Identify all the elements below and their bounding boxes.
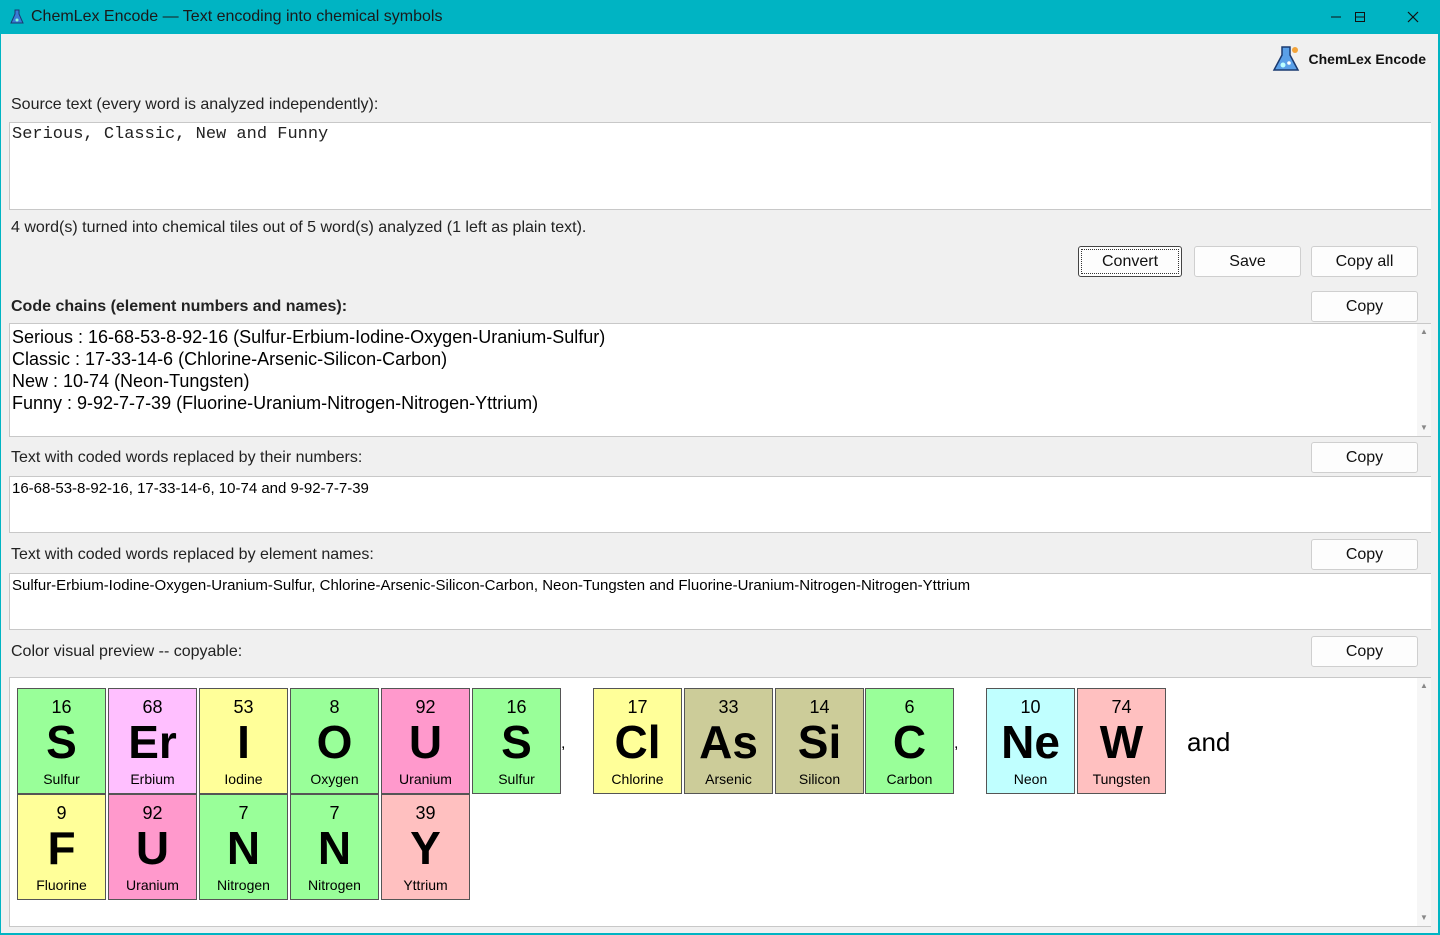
- element-symbol: Er: [128, 716, 177, 768]
- flask-icon: [1272, 46, 1299, 71]
- element-name: Yttrium: [403, 877, 448, 893]
- element-name: Silicon: [798, 771, 841, 787]
- element-name: Oxygen: [310, 771, 359, 787]
- chains-scrollbar[interactable]: ▲ ▼: [1417, 324, 1431, 436]
- convert-button[interactable]: Convert: [1078, 246, 1182, 277]
- element-symbol: As: [699, 716, 758, 768]
- element-tile: 74 W Tungsten: [1077, 688, 1166, 794]
- brand: ChemLex Encode: [1271, 44, 1426, 74]
- color-preview[interactable]: 16 S Sulfur 68 Er Erbium 53 I Iodine 8 O Oxygen 92 U U…: [9, 677, 1431, 927]
- chain-line: Funny : 9-92-7-7-39 (Fluorine-Uranium-Ni…: [12, 393, 539, 413]
- copy-chains-button[interactable]: Copy: [1311, 291, 1418, 322]
- element-tile: 68 Er Erbium: [108, 688, 197, 794]
- copy-names-button[interactable]: Copy: [1311, 539, 1418, 570]
- element-name: Iodine: [224, 771, 263, 787]
- element-tile: 17 Cl Chlorine: [593, 688, 682, 794]
- element-symbol: C: [892, 716, 927, 768]
- numbers-label: Text with coded words replaced by their …: [11, 449, 363, 466]
- scroll-down-icon[interactable]: ▼: [1417, 912, 1431, 924]
- copy-preview-button[interactable]: Copy: [1311, 636, 1418, 667]
- element-name: Neon: [1013, 771, 1048, 787]
- element-tile: 9 F Fluorine: [17, 794, 106, 900]
- copy-all-button[interactable]: Copy all: [1311, 246, 1418, 277]
- element-symbol: N: [226, 822, 261, 874]
- element-symbol: O: [316, 716, 353, 768]
- separator: ,: [561, 735, 566, 752]
- element-symbol: N: [317, 822, 352, 874]
- element-symbol: I: [237, 716, 250, 768]
- element-tile: 39 Y Yttrium: [381, 794, 470, 900]
- names-output[interactable]: Sulfur-Erbium-Iodine-Oxygen-Uranium-Sulf…: [9, 573, 1431, 630]
- plain-word: and: [1187, 727, 1231, 757]
- element-tile: 16 S Sulfur: [17, 688, 106, 794]
- element-name: Erbium: [130, 771, 175, 787]
- save-button[interactable]: Save: [1194, 246, 1301, 277]
- element-name: Fluorine: [36, 877, 87, 893]
- names-label: Text with coded words replaced by elemen…: [11, 546, 374, 563]
- element-tile: 33 As Arsenic: [684, 688, 773, 794]
- element-tile: 14 Si Silicon: [775, 688, 864, 794]
- element-symbol: W: [1099, 716, 1144, 768]
- element-name: Sulfur: [43, 771, 80, 787]
- numbers-output[interactable]: 16-68-53-8-92-16, 17-33-14-6, 10-74 and …: [9, 476, 1431, 533]
- element-tile: 6 C Carbon: [865, 688, 954, 794]
- maximize-icon: [1355, 12, 1365, 22]
- element-tile: 53 I Iodine: [199, 688, 288, 794]
- close-icon: [1407, 11, 1419, 23]
- element-symbol: U: [408, 716, 443, 768]
- element-name: Nitrogen: [217, 877, 270, 893]
- chains-label: Code chains (element numbers and names):: [11, 298, 348, 315]
- app-window: ChemLex Encode — Text encoding into chem…: [0, 0, 1440, 935]
- brand-name: ChemLex Encode: [1308, 51, 1426, 67]
- element-name: Chlorine: [611, 771, 664, 787]
- scroll-down-icon[interactable]: ▼: [1417, 422, 1431, 434]
- chain-line: Serious : 16-68-53-8-92-16 (Sulfur-Erbiu…: [12, 327, 606, 347]
- element-symbol: Ne: [1001, 716, 1060, 768]
- numbers-value: 16-68-53-8-92-16, 17-33-14-6, 10-74 and …: [12, 480, 369, 497]
- element-tile: 92 U Uranium: [108, 794, 197, 900]
- scroll-up-icon[interactable]: ▲: [1417, 680, 1431, 692]
- window-title: ChemLex Encode — Text encoding into chem…: [31, 8, 443, 25]
- source-value: Serious, Classic, New and Funny: [12, 125, 329, 144]
- source-label: Source text (every word is analyzed inde…: [11, 96, 379, 113]
- chain-line: Classic : 17-33-14-6 (Chlorine-Arsenic-S…: [12, 349, 448, 369]
- chains-output[interactable]: Serious : 16-68-53-8-92-16 (Sulfur-Erbiu…: [9, 323, 1431, 437]
- element-tile: 7 N Nitrogen: [290, 794, 379, 900]
- separator: ,: [954, 735, 959, 752]
- names-value: Sulfur-Erbium-Iodine-Oxygen-Uranium-Sulf…: [12, 577, 971, 594]
- element-tile: 8 O Oxygen: [290, 688, 379, 794]
- element-tile: 7 N Nitrogen: [199, 794, 288, 900]
- client-area: ChemLex Encode Source text (every word i…: [1, 34, 1438, 933]
- element-name: Uranium: [126, 877, 179, 893]
- element-name: Uranium: [399, 771, 452, 787]
- close-button[interactable]: [1389, 0, 1437, 34]
- element-name: Carbon: [886, 771, 933, 787]
- status-text: 4 word(s) turned into chemical tiles out…: [11, 219, 587, 236]
- scroll-up-icon[interactable]: ▲: [1417, 326, 1431, 338]
- element-symbol: F: [47, 822, 76, 874]
- element-symbol: U: [135, 822, 170, 874]
- element-tile: 92 U Uranium: [381, 688, 470, 794]
- element-symbol: Cl: [614, 716, 661, 768]
- copy-numbers-button[interactable]: Copy: [1311, 442, 1418, 473]
- element-symbol: S: [501, 716, 532, 768]
- element-name: Tungsten: [1092, 771, 1151, 787]
- maximize-button[interactable]: [1336, 0, 1384, 34]
- element-tile: 16 S Sulfur: [472, 688, 561, 794]
- element-tile: 10 Ne Neon: [986, 688, 1075, 794]
- chains-text: Serious : 16-68-53-8-92-16 (Sulfur-Erbiu…: [10, 324, 1431, 416]
- element-name: Sulfur: [498, 771, 535, 787]
- element-name: Arsenic: [705, 771, 752, 787]
- element-symbol: Si: [797, 716, 842, 768]
- chain-line: New : 10-74 (Neon-Tungsten): [12, 371, 250, 391]
- element-symbol: S: [46, 716, 77, 768]
- source-input[interactable]: Serious, Classic, New and Funny: [9, 122, 1431, 210]
- element-symbol: Y: [410, 822, 441, 874]
- title-bar[interactable]: ChemLex Encode — Text encoding into chem…: [0, 0, 1440, 34]
- flask-icon: [10, 9, 24, 24]
- preview-scrollbar[interactable]: ▲ ▼: [1417, 678, 1431, 926]
- preview-label: Color visual preview -- copyable:: [11, 643, 243, 660]
- element-name: Nitrogen: [308, 877, 361, 893]
